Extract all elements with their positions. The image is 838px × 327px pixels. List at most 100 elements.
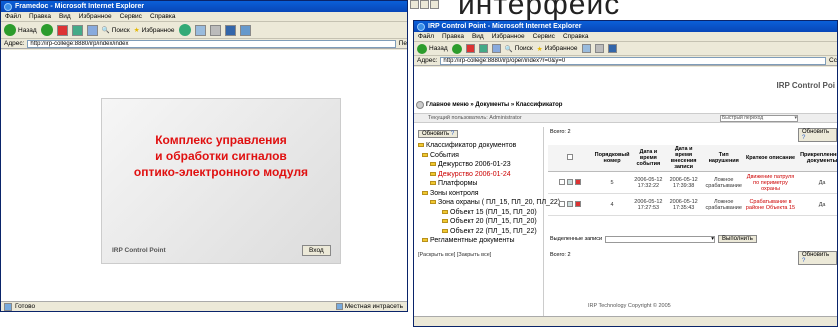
- home-icon[interactable]: [491, 44, 501, 53]
- folder-icon: [430, 200, 436, 205]
- app-brand: IRP Control Poi: [776, 81, 835, 90]
- refresh-icon[interactable]: [478, 44, 488, 53]
- tree-item[interactable]: Дежурство 2006-01-23: [418, 160, 539, 170]
- col-number[interactable]: Порядковый номер: [592, 145, 633, 172]
- row-checkbox[interactable]: [559, 178, 566, 185]
- stop-icon[interactable]: [465, 44, 475, 53]
- user-bar: Текущий пользователь: Administrator Быст…: [414, 113, 837, 123]
- mail-icon[interactable]: [581, 44, 591, 53]
- records-refresh-button[interactable]: Обновить ?: [798, 128, 837, 142]
- forward-arrow-icon[interactable]: [40, 24, 53, 36]
- edit-icon[interactable]: [224, 24, 236, 36]
- folder-icon: [442, 228, 448, 233]
- close-icon[interactable]: [430, 0, 439, 9]
- tree-item[interactable]: Зоны контроля: [418, 189, 539, 199]
- delete-icon[interactable]: [574, 200, 581, 207]
- table-row[interactable]: 4 2006-05-12 17:27:53 2006-05-12 17:35:4…: [548, 193, 837, 216]
- records-refresh-button-bottom[interactable]: Обновить ?: [798, 251, 837, 265]
- tree-item[interactable]: Регламентные документы: [418, 236, 539, 246]
- tree-panel: Обновить ? Классификатор документов Собы…: [414, 127, 560, 317]
- page-icon: [4, 302, 12, 311]
- col-violation-type[interactable]: Тип нарушения: [702, 145, 745, 172]
- menu-tools[interactable]: Сервис: [120, 13, 142, 20]
- delete-icon[interactable]: [574, 178, 581, 185]
- quick-jump-select[interactable]: Быстрый переход ▾: [720, 115, 798, 122]
- search-button[interactable]: 🔍 Поиск: [101, 26, 130, 35]
- execute-button[interactable]: Выполнить: [718, 235, 757, 243]
- refresh-icon[interactable]: [71, 24, 83, 36]
- cell-attachments: Да: [796, 193, 837, 216]
- folder-icon: [430, 181, 436, 186]
- tree-refresh-button[interactable]: Обновить ?: [418, 130, 459, 138]
- bulk-action-select[interactable]: ▾: [605, 235, 716, 243]
- back-button[interactable]: Назад: [4, 24, 37, 36]
- col-description[interactable]: Краткое описание: [744, 145, 797, 172]
- tree-item-selected[interactable]: Дежурство 2006-01-24: [418, 170, 539, 180]
- col-event-time[interactable]: Дата и время события: [632, 145, 665, 172]
- edit-icon[interactable]: [567, 200, 573, 207]
- cell-description[interactable]: Движение патруля по периметру охраны: [744, 171, 797, 194]
- print-icon[interactable]: [209, 24, 221, 36]
- search-button[interactable]: 🔍 Поиск: [505, 45, 533, 53]
- history-icon[interactable]: [178, 24, 191, 36]
- checkbox-icon[interactable]: [567, 154, 573, 160]
- tree-item[interactable]: Объект 22 (ПЛ_15, ПЛ_22): [418, 227, 539, 237]
- menu-view[interactable]: Вид: [472, 33, 484, 40]
- right-address-input[interactable]: http://irp-college:8880/irp/oper/index?r…: [440, 56, 827, 65]
- left-address-input[interactable]: http://irp-college:8880/irp/index/index: [27, 39, 396, 48]
- messenger-icon[interactable]: [239, 24, 251, 36]
- login-button[interactable]: Вход: [302, 245, 331, 256]
- breadcrumb: Главное меню » Документы » Классификатор: [416, 101, 562, 109]
- left-window-title: Framedoc - Microsoft Internet Explorer: [15, 3, 145, 10]
- back-button[interactable]: Назад: [417, 43, 448, 54]
- go-button[interactable]: Сс: [829, 57, 837, 64]
- current-user: Текущий пользователь: Administrator: [428, 115, 522, 121]
- tree-item[interactable]: Объект 20 (ПЛ_15, ПЛ_20): [418, 217, 539, 227]
- records-table: Порядковый номер Дата и время события Да…: [548, 145, 837, 216]
- table-row[interactable]: 5 2006-05-12 17:32:22 2006-05-12 17:39:3…: [548, 171, 837, 194]
- folder-icon: [442, 209, 448, 214]
- col-entry-time[interactable]: Дата и время внесения записи: [664, 145, 703, 172]
- nav-back-icon[interactable]: [416, 101, 424, 109]
- menu-favorites[interactable]: Избранное: [79, 13, 112, 20]
- col-attachments[interactable]: Прикрепленные документы: [796, 145, 837, 172]
- select-all-header[interactable]: [548, 145, 592, 172]
- tree-item[interactable]: Платформы: [418, 179, 539, 189]
- minimize-icon[interactable]: [410, 0, 419, 9]
- row-actions: [548, 171, 592, 194]
- print-icon[interactable]: [594, 44, 604, 53]
- forward-arrow-icon[interactable]: [451, 43, 462, 54]
- home-icon[interactable]: [86, 24, 98, 36]
- menu-help[interactable]: Справка: [150, 13, 176, 20]
- menu-file[interactable]: Файл: [5, 13, 21, 20]
- go-button[interactable]: Пе: [399, 40, 407, 47]
- menu-edit[interactable]: Правка: [442, 33, 464, 40]
- maximize-icon[interactable]: [420, 0, 429, 9]
- right-status-bar: [414, 316, 837, 326]
- tree-item[interactable]: Зона охраны ( ПЛ_15, ПЛ_20, ПЛ_22): [418, 198, 560, 208]
- edit-icon[interactable]: [607, 44, 617, 53]
- tree-item[interactable]: Классификатор документов: [418, 141, 539, 151]
- expand-collapse-links[interactable]: [Раскрыть все] [Закрыть все]: [418, 252, 539, 258]
- favorites-button[interactable]: ★ Избранное: [537, 45, 578, 53]
- cell-entry-time: 2006-05-12 17:39:38: [664, 171, 703, 194]
- cell-description[interactable]: Срабатывание в районе Объекта 15: [744, 193, 797, 216]
- favorites-button[interactable]: ★ Избранное: [134, 26, 175, 35]
- menu-help[interactable]: Справка: [563, 33, 589, 40]
- menu-file[interactable]: Файл: [418, 33, 434, 40]
- search-icon: 🔍: [101, 27, 110, 34]
- left-browser-window: Framedoc - Microsoft Internet Explorer Ф…: [0, 0, 408, 312]
- stop-icon[interactable]: [56, 24, 68, 36]
- tree-item[interactable]: События: [418, 151, 539, 161]
- banner-line-1: Комплекс управления: [155, 133, 287, 147]
- edit-icon[interactable]: [567, 178, 573, 185]
- menu-favorites[interactable]: Избранное: [492, 33, 525, 40]
- mail-icon[interactable]: [194, 24, 206, 36]
- menu-edit[interactable]: Правка: [29, 13, 51, 20]
- menu-view[interactable]: Вид: [59, 13, 71, 20]
- menu-tools[interactable]: Сервис: [533, 33, 555, 40]
- row-checkbox[interactable]: [559, 200, 566, 207]
- cell-event-time: 2006-05-12 17:27:53: [632, 193, 665, 216]
- tree-item[interactable]: Объект 15 (ПЛ_15, ПЛ_20): [418, 208, 539, 218]
- copyright: IRP Technology Copyright © 2005: [588, 303, 671, 309]
